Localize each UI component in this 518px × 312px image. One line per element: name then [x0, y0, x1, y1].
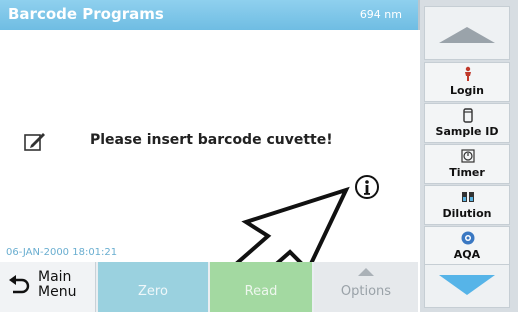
wavelength-readout: 694 nm [359, 8, 402, 21]
login-icon [465, 66, 471, 81]
aqa-icon [461, 231, 475, 245]
main-menu-button[interactable]: Main Menu [0, 262, 96, 312]
sidebar-item-label: AQA [453, 248, 481, 261]
sidebar-item-label: Timer [449, 166, 485, 179]
sidebar-item-login[interactable]: Login [424, 62, 510, 102]
options-label: Options [340, 284, 392, 299]
sidebar-item-sample-id[interactable]: Sample ID [424, 103, 510, 143]
edit-icon[interactable] [24, 130, 46, 152]
instrument-screen: Barcode Programs 694 nm Please insert ba… [0, 0, 518, 312]
bottom-toolbar: Main Menu Zero Read Options [0, 262, 418, 312]
scroll-up-arrow-icon [439, 27, 495, 43]
scroll-down-arrow-icon [439, 275, 495, 295]
options-up-arrow-icon [358, 268, 374, 276]
zero-button[interactable]: Zero [98, 262, 208, 312]
sidebar-item-timer[interactable]: Timer [424, 144, 510, 184]
main-area: Please insert barcode cuvette! 06-JAN-20… [0, 30, 418, 297]
scroll-up-button[interactable] [424, 6, 510, 60]
right-sidebar: Login Sample ID Timer Dilution AQA [420, 0, 518, 312]
status-message: Please insert barcode cuvette! [90, 132, 333, 148]
zero-label: Zero [138, 284, 168, 299]
timer-icon [461, 149, 475, 163]
title-bar: Barcode Programs 694 nm [0, 0, 420, 30]
scroll-down-button[interactable] [424, 264, 510, 308]
datetime-readout: 06-JAN-2000 18:01:21 [6, 247, 118, 258]
sample-id-icon [463, 108, 473, 123]
back-arrow-icon [9, 275, 30, 294]
dilution-icon [462, 192, 474, 202]
main-menu-label-line2: Menu [38, 284, 77, 300]
sidebar-item-label: Login [449, 84, 485, 97]
main-menu-label-line1: Main [38, 269, 72, 285]
sidebar-item-label: Dilution [442, 207, 492, 220]
info-icon[interactable] [354, 174, 380, 200]
sidebar-item-label: Sample ID [435, 125, 499, 138]
main-menu-label: Main Menu [38, 270, 76, 300]
sidebar-item-aqa[interactable]: AQA [424, 226, 510, 266]
page-title: Barcode Programs [8, 5, 164, 23]
read-button[interactable]: Read [210, 262, 312, 312]
read-label: Read [244, 284, 278, 299]
options-button[interactable]: Options [314, 262, 418, 312]
sidebar-item-dilution[interactable]: Dilution [424, 185, 510, 225]
